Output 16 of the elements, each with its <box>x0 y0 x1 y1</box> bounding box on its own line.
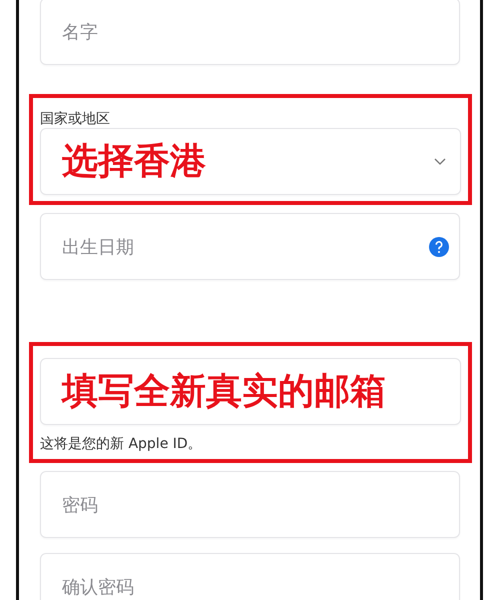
birthdate-field[interactable]: 出生日期 <box>40 213 460 280</box>
help-icon[interactable] <box>429 236 449 256</box>
placeholder-text: 名字 <box>62 20 98 44</box>
password-field[interactable]: 密码 <box>40 471 460 538</box>
name-field[interactable]: 名字 <box>40 0 460 65</box>
annotation-text: 填写全新真实的邮箱 <box>62 372 386 412</box>
field-label: 国家或地区 <box>40 110 110 128</box>
chevron-down-icon <box>434 158 446 166</box>
password-field[interactable]: 确认密码 <box>40 553 460 600</box>
hint-text: 这将是您的新 Apple ID。 <box>40 435 202 453</box>
country-dropdown[interactable]: 选择香港 <box>40 128 461 195</box>
placeholder-text: 出生日期 <box>62 236 134 258</box>
annotation-text: 选择香港 <box>62 142 206 182</box>
email-field[interactable]: 填写全新真实的邮箱 <box>40 358 461 425</box>
placeholder-text: 密码 <box>62 494 98 516</box>
placeholder-text: 确认密码 <box>62 576 134 598</box>
